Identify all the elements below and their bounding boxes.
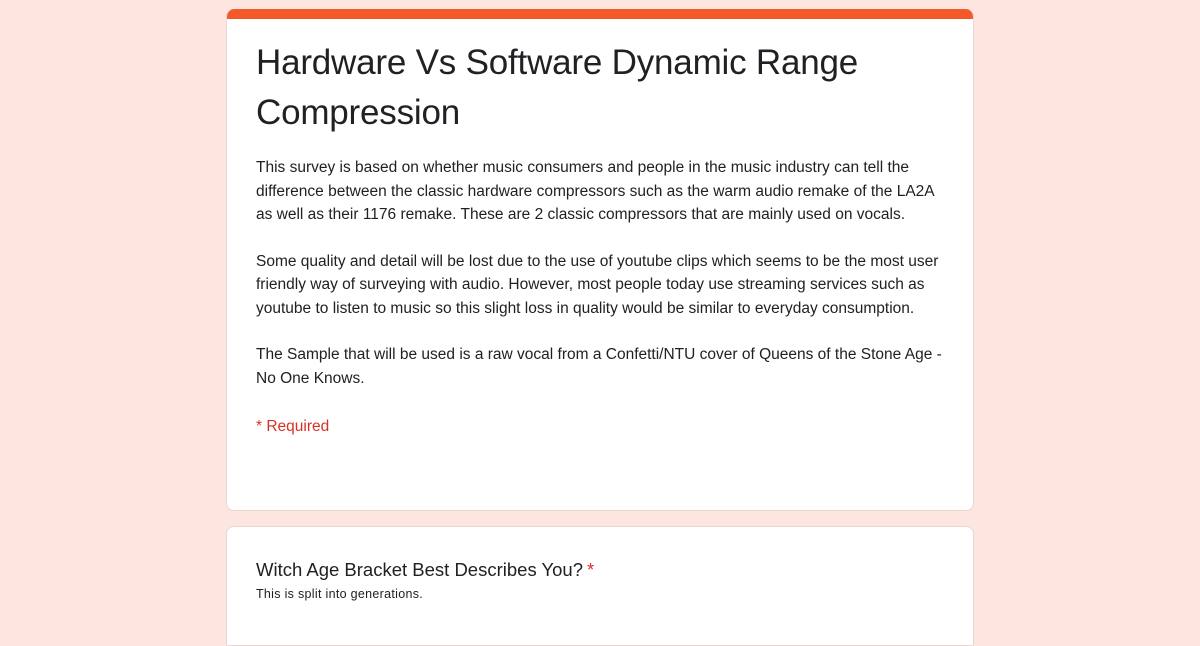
- form-description-paragraph-1: This survey is based on whether music co…: [256, 159, 939, 223]
- question-content: Witch Age Bracket Best Describes You? * T…: [227, 527, 973, 601]
- required-note: * Required: [256, 418, 330, 435]
- theme-accent-bar: [227, 9, 973, 19]
- form-container: Hardware Vs Software Dynamic Range Compr…: [226, 9, 974, 646]
- form-header-card: Hardware Vs Software Dynamic Range Compr…: [226, 9, 974, 511]
- form-description-paragraph-2: Some quality and detail will be lost due…: [256, 252, 943, 317]
- required-asterisk: *: [587, 559, 595, 580]
- form-description-paragraph-3: The Sample that will be used is a raw vo…: [256, 346, 947, 387]
- form-title: Hardware Vs Software Dynamic Range Compr…: [256, 43, 859, 132]
- question-title-text: Witch Age Bracket Best Describes You?: [256, 559, 584, 580]
- header-content: Hardware Vs Software Dynamic Range Compr…: [227, 9, 973, 436]
- question-help-text: This is split into generations.: [256, 587, 424, 601]
- question-card: Witch Age Bracket Best Describes You? * T…: [226, 526, 974, 646]
- question-title: Witch Age Bracket Best Describes You? *: [256, 557, 949, 583]
